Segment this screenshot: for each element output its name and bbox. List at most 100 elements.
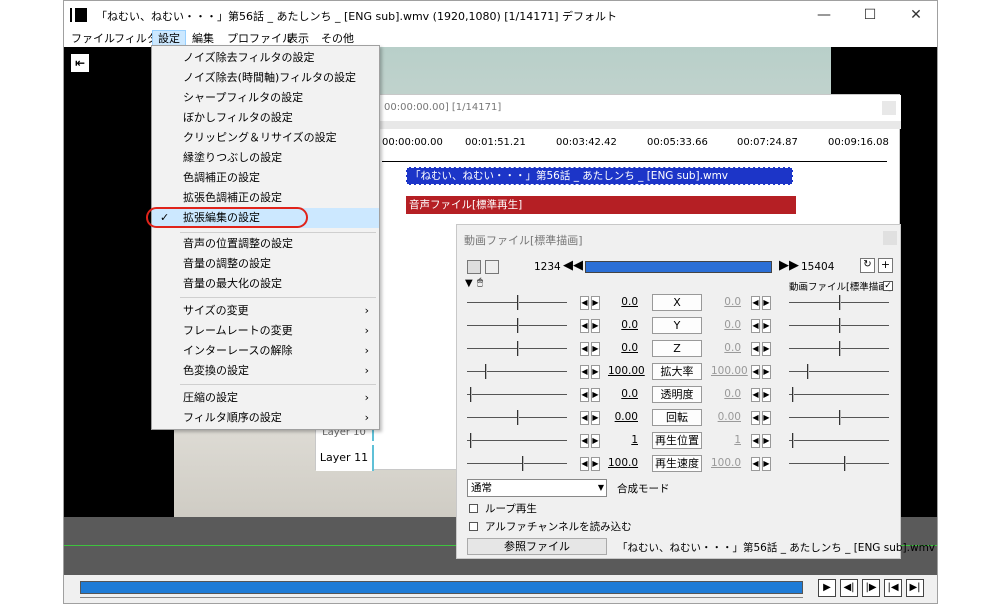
menu-volume-adjust[interactable]: 音量の調整の設定: [152, 254, 379, 274]
menu-border-fill[interactable]: 縁塗りつぶしの設定: [152, 148, 379, 168]
blend-mode-select[interactable]: 通常 ▼: [467, 479, 607, 497]
param-right-slider[interactable]: [789, 317, 889, 335]
param-left-slider[interactable]: [467, 386, 567, 404]
decrement-left-icon[interactable]: ◀: [580, 388, 589, 402]
increment-left-icon[interactable]: ▶: [591, 296, 600, 310]
increment-right-icon[interactable]: ▶: [762, 388, 771, 402]
menu-filter-order[interactable]: フィルタ順序の設定 ›: [152, 408, 379, 428]
increment-left-icon[interactable]: ▶: [591, 411, 600, 425]
decrement-left-icon[interactable]: ◀: [580, 365, 589, 379]
param-right-value[interactable]: 1: [711, 434, 741, 446]
timeline-scrollbar[interactable]: [316, 121, 901, 129]
param-left-slider[interactable]: [467, 432, 567, 450]
decrement-left-icon[interactable]: ◀: [580, 342, 589, 356]
alpha-checkbox[interactable]: [469, 522, 478, 531]
param-name-button[interactable]: 透明度: [652, 386, 702, 403]
param-left-value[interactable]: 0.0: [608, 342, 638, 354]
menu-ext-color-correction[interactable]: 拡張色調補正の設定: [152, 188, 379, 208]
param-name-button[interactable]: 再生速度: [652, 455, 702, 472]
maximize-button[interactable]: ☐: [847, 1, 893, 30]
param-right-value[interactable]: 0.0: [711, 388, 741, 400]
param-left-slider[interactable]: [467, 294, 567, 312]
video-clip[interactable]: 「ねむい、ねむい・・・」第56話 _ あたしンち _ [ENG sub].wmv: [406, 167, 793, 185]
menu-volume-maximize[interactable]: 音量の最大化の設定: [152, 274, 379, 294]
increment-left-icon[interactable]: ▶: [591, 342, 600, 356]
decrement-left-icon[interactable]: ◀: [580, 457, 589, 471]
param-right-slider[interactable]: [789, 455, 889, 473]
loop-checkbox[interactable]: [469, 504, 478, 513]
param-left-value[interactable]: 100.00: [608, 365, 645, 377]
increment-left-icon[interactable]: ▶: [591, 388, 600, 402]
increment-right-icon[interactable]: ▶: [762, 434, 771, 448]
param-left-value[interactable]: 0.00: [608, 411, 638, 423]
decrement-right-icon[interactable]: ◀: [751, 434, 760, 448]
param-name-button[interactable]: Z: [652, 340, 702, 357]
param-right-value[interactable]: 0.0: [711, 342, 741, 354]
param-right-value[interactable]: 0.00: [711, 411, 741, 423]
param-name-button[interactable]: 回転: [652, 409, 702, 426]
decrement-right-icon[interactable]: ◀: [751, 411, 760, 425]
param-left-value[interactable]: 100.0: [608, 457, 638, 469]
reference-file-button[interactable]: 参照ファイル: [467, 538, 607, 555]
menu-noise-filter[interactable]: ノイズ除去フィルタの設定: [152, 48, 379, 68]
param-left-value[interactable]: 0.0: [608, 319, 638, 331]
menu-deinterlace[interactable]: インターレースの解除 ›: [152, 341, 379, 361]
play-icon[interactable]: ▶: [818, 579, 836, 597]
increment-right-icon[interactable]: ▶: [762, 342, 771, 356]
menu-color-correction[interactable]: 色調補正の設定: [152, 168, 379, 188]
param-left-slider[interactable]: [467, 317, 567, 335]
jump-to-start-icon[interactable]: ⇤: [70, 53, 90, 73]
decrement-right-icon[interactable]: ◀: [751, 388, 760, 402]
menu-compression[interactable]: 圧縮の設定 ›: [152, 388, 379, 408]
param-left-slider[interactable]: [467, 340, 567, 358]
decrement-right-icon[interactable]: ◀: [751, 457, 760, 471]
param-left-slider[interactable]: [467, 363, 567, 381]
close-button[interactable]: ✕: [893, 1, 937, 30]
menu-framerate[interactable]: フレームレートの変更 ›: [152, 321, 379, 341]
audio-clip[interactable]: 音声ファイル[標準再生]: [406, 196, 796, 214]
decrement-right-icon[interactable]: ◀: [751, 296, 760, 310]
increment-left-icon[interactable]: ▶: [591, 457, 600, 471]
decrement-left-icon[interactable]: ◀: [580, 319, 589, 333]
decrement-left-icon[interactable]: ◀: [580, 411, 589, 425]
next-frame-icon[interactable]: |▶: [862, 579, 880, 597]
decrement-right-icon[interactable]: ◀: [751, 365, 760, 379]
menu-color-convert[interactable]: 色変換の設定 ›: [152, 361, 379, 381]
increment-left-icon[interactable]: ▶: [591, 319, 600, 333]
increment-left-icon[interactable]: ▶: [591, 365, 600, 379]
param-right-value[interactable]: 0.0: [711, 296, 741, 308]
layer-11-header[interactable]: Layer 11: [316, 445, 374, 471]
param-name-button[interactable]: 拡大率: [652, 363, 702, 380]
menu-noise-temporal-filter[interactable]: ノイズ除去(時間軸)フィルタの設定: [152, 68, 379, 88]
menu-sharp-filter[interactable]: シャープフィルタの設定: [152, 88, 379, 108]
increment-right-icon[interactable]: ▶: [762, 365, 771, 379]
param-right-slider[interactable]: [789, 409, 889, 427]
param-name-button[interactable]: Y: [652, 317, 702, 334]
param-right-value[interactable]: 100.0: [711, 457, 741, 469]
param-left-slider[interactable]: [467, 409, 567, 427]
menu-audio-position[interactable]: 音声の位置調整の設定: [152, 234, 379, 254]
decrement-left-icon[interactable]: ◀: [580, 296, 589, 310]
menu-resize[interactable]: サイズの変更 ›: [152, 301, 379, 321]
go-start-icon[interactable]: |◀: [884, 579, 902, 597]
menu-blur-filter[interactable]: ぼかしフィルタの設定: [152, 108, 379, 128]
param-right-slider[interactable]: [789, 294, 889, 312]
increment-right-icon[interactable]: ▶: [762, 296, 771, 310]
param-right-slider[interactable]: [789, 432, 889, 450]
menu-clipping-resize[interactable]: クリッピング＆リサイズの設定: [152, 128, 379, 148]
increment-right-icon[interactable]: ▶: [762, 319, 771, 333]
increment-right-icon[interactable]: ▶: [762, 411, 771, 425]
increment-right-icon[interactable]: ▶: [762, 457, 771, 471]
timeline-close-button[interactable]: [882, 101, 896, 115]
seek-slider[interactable]: [80, 581, 803, 594]
go-end-icon[interactable]: ▶|: [906, 579, 924, 597]
param-right-slider[interactable]: [789, 363, 889, 381]
param-right-slider[interactable]: [789, 386, 889, 404]
param-left-value[interactable]: 1: [608, 434, 638, 446]
increment-left-icon[interactable]: ▶: [591, 434, 600, 448]
decrement-right-icon[interactable]: ◀: [751, 342, 760, 356]
param-right-value[interactable]: 100.00: [711, 365, 748, 377]
param-left-value[interactable]: 0.0: [608, 388, 638, 400]
decrement-right-icon[interactable]: ◀: [751, 319, 760, 333]
param-name-button[interactable]: 再生位置: [652, 432, 702, 449]
